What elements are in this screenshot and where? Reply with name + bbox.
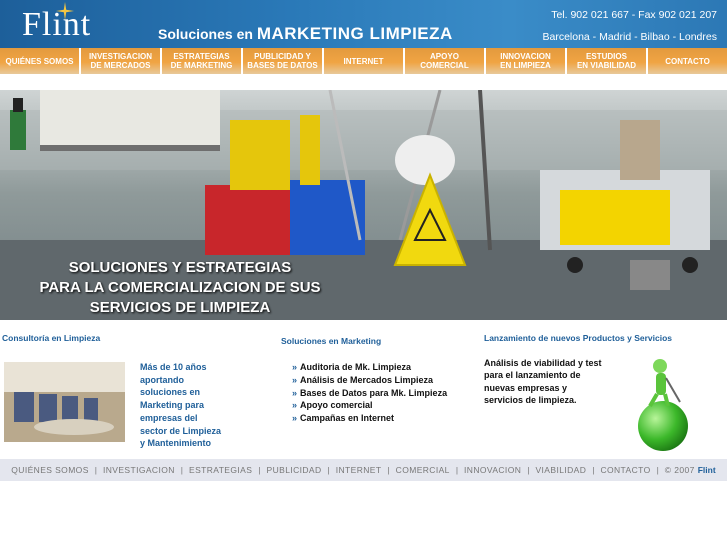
footer-brand[interactable]: Flint — [698, 465, 716, 475]
nav-publicidad[interactable]: PUBLICIDAD Y BASES DE DATOS — [243, 48, 324, 74]
footer-link-investigacion[interactable]: INVESTIGACION — [103, 465, 175, 475]
services-list: » Auditoria de Mk. Limpieza » Análisis de … — [292, 361, 447, 425]
service-label: Campañas en Internet — [300, 413, 395, 424]
footer-link-comercial[interactable]: COMERCIAL — [396, 465, 450, 475]
separator: | — [94, 465, 97, 475]
separator: | — [455, 465, 459, 475]
nav-internet[interactable]: INTERNET — [324, 48, 405, 74]
footer-copyright: © 2007 — [664, 465, 695, 475]
bullet-icon: » — [292, 362, 298, 372]
nav-investigacion[interactable]: INVESTIGACION DE MERCADOS — [81, 48, 162, 74]
service-label: Auditoria de Mk. Limpieza — [300, 362, 412, 372]
nav-innovacion[interactable]: INNOVACION EN LIMPIEZA — [486, 48, 567, 74]
footer-link-estrategias[interactable]: ESTRATEGIAS — [189, 465, 252, 475]
service-item[interactable]: » Análisis de Mercados Limpieza — [292, 374, 447, 387]
meeting-room-photo — [4, 362, 125, 442]
tagline-prefix: Soluciones en — [158, 26, 253, 42]
bullet-icon: » — [292, 400, 298, 411]
footer-link-contacto[interactable]: CONTACTO — [600, 465, 650, 475]
nav-contacto[interactable]: CONTACTO — [648, 48, 727, 74]
soluciones-title[interactable]: Soluciones en Marketing — [281, 336, 381, 346]
service-item[interactable]: » Auditoria de Mk. Limpieza — [292, 361, 447, 374]
nav-estudios[interactable]: ESTUDIOS EN VIABILIDAD — [567, 48, 648, 74]
main-nav: QUIÉNES SOMOS INVESTIGACION DE MERCADOS … — [0, 48, 727, 74]
service-item[interactable]: » Bases de Datos para Mk. Limpieza — [292, 387, 447, 400]
footer-link-innovacion[interactable]: INNOVACION — [464, 465, 521, 475]
spacer — [0, 74, 727, 90]
separator: | — [656, 465, 659, 475]
footer-link-viabilidad[interactable]: VIABILIDAD — [535, 465, 586, 475]
footer-nav: QUIÉNES SOMOS | INVESTIGACION | ESTRATEGIA… — [0, 459, 727, 481]
separator: | — [592, 465, 595, 475]
site-header: Flint Soluciones en MARKETING LIMPIEZA T… — [0, 0, 727, 48]
nav-apoyo-comercial[interactable]: APOYO COMERCIAL — [405, 48, 486, 74]
bullet-icon: » — [292, 387, 298, 398]
tagline-main: MARKETING LIMPIEZA — [256, 24, 453, 43]
footer-link-internet[interactable]: INTERNET — [336, 465, 382, 475]
service-label: Apoyo comercial — [300, 400, 373, 411]
nav-quienes-somos[interactable]: QUIÉNES SOMOS — [0, 48, 81, 74]
hero-banner: SOLUCIONES Y ESTRATEGIAS PARA LA COMERCI… — [0, 90, 727, 320]
green-globe-mascot-icon — [638, 359, 688, 451]
footer-link-publicidad[interactable]: PUBLICIDAD — [267, 465, 322, 475]
consultoria-description: Más de 10 años aportando soluciones en M… — [140, 362, 222, 449]
separator: | — [387, 465, 390, 475]
office-cities: Barcelona - Madrid - Bilbao - Londres — [542, 31, 717, 43]
service-label: Análisis de Mercados Limpieza — [300, 374, 434, 385]
contact-phone: Tel. 902 021 667 - Fax 902 021 207 — [551, 9, 717, 21]
lanzamiento-title[interactable]: Lanzamiento de nuevos Productos y Servic… — [484, 333, 672, 343]
star-icon — [56, 2, 74, 20]
consultoria-title[interactable]: Consultoría en Limpieza — [2, 333, 100, 343]
bullet-icon: » — [292, 413, 298, 424]
footer-link-quienes-somos[interactable]: QUIÉNES SOMOS — [11, 465, 88, 475]
separator: | — [327, 465, 330, 475]
site-tagline: Soluciones en MARKETING LIMPIEZA — [158, 24, 453, 44]
nav-estrategias[interactable]: ESTRATEGIAS DE MARKETING — [162, 48, 243, 74]
hero-headline: SOLUCIONES Y ESTRATEGIAS PARA LA COMERCI… — [39, 259, 321, 316]
bullet-icon: » — [292, 374, 298, 385]
separator: | — [258, 465, 261, 475]
meeting-room-illustration — [4, 362, 125, 442]
lanzamiento-description: Análisis de viabilidad y test para el la… — [484, 358, 602, 406]
separator: | — [527, 465, 530, 475]
service-item[interactable]: » Campañas en Internet — [292, 412, 447, 425]
separator: | — [180, 465, 183, 475]
service-label: Bases de Datos para Mk. Limpieza — [300, 387, 448, 398]
service-item[interactable]: » Apoyo comercial — [292, 399, 447, 412]
